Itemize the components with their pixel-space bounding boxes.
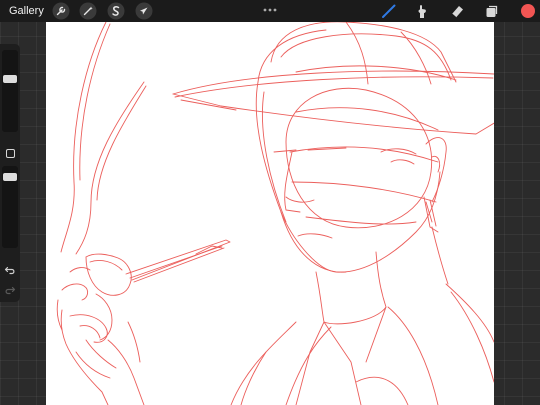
eraser-icon[interactable] <box>448 2 466 20</box>
arrow-cursor-icon[interactable] <box>135 2 153 20</box>
undo-icon[interactable] <box>4 264 16 276</box>
opacity-thumb[interactable] <box>3 173 17 181</box>
sidebar <box>0 44 20 302</box>
brush-icon[interactable] <box>380 2 398 20</box>
three-dots-icon[interactable] <box>261 1 279 12</box>
top-toolbar: Gallery <box>0 0 540 22</box>
gallery-button[interactable]: Gallery <box>9 4 44 18</box>
brush-size-thumb[interactable] <box>3 75 17 83</box>
magic-wand-icon[interactable] <box>79 2 97 20</box>
wrench-icon[interactable] <box>52 2 70 20</box>
drawing-canvas[interactable] <box>46 22 494 405</box>
layers-icon[interactable] <box>483 2 501 20</box>
color-swatch[interactable] <box>521 4 535 18</box>
smudge-icon[interactable] <box>413 2 431 20</box>
opacity-slider[interactable] <box>2 166 18 248</box>
square-icon[interactable] <box>6 149 15 158</box>
selection-s-icon[interactable] <box>107 2 125 20</box>
redo-icon[interactable] <box>4 284 16 296</box>
brush-size-slider[interactable] <box>2 50 18 132</box>
sketch-drawing <box>56 22 494 405</box>
